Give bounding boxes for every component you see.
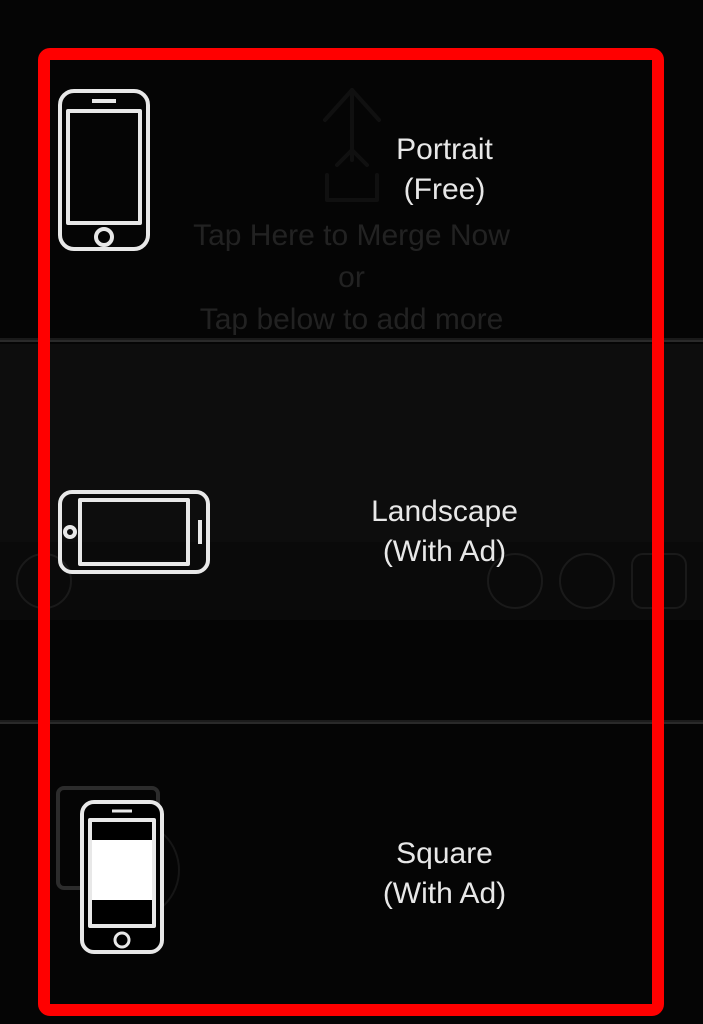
phone-landscape-icon — [54, 486, 214, 578]
phone-square-icon — [54, 784, 174, 964]
menu-item-portrait[interactable]: Portrait(Free) — [0, 0, 703, 340]
format-menu: Portrait(Free) Landscape(With Ad) — [0, 0, 703, 1024]
menu-label-landscape: Landscape(With Ad) — [234, 492, 655, 573]
menu-item-landscape[interactable]: Landscape(With Ad) — [0, 342, 703, 722]
menu-label-square: Square(With Ad) — [234, 834, 655, 915]
menu-label-portrait: Portrait(Free) — [234, 130, 655, 211]
phone-portrait-icon — [54, 85, 154, 255]
menu-item-square[interactable]: Square(With Ad) — [0, 724, 703, 1024]
